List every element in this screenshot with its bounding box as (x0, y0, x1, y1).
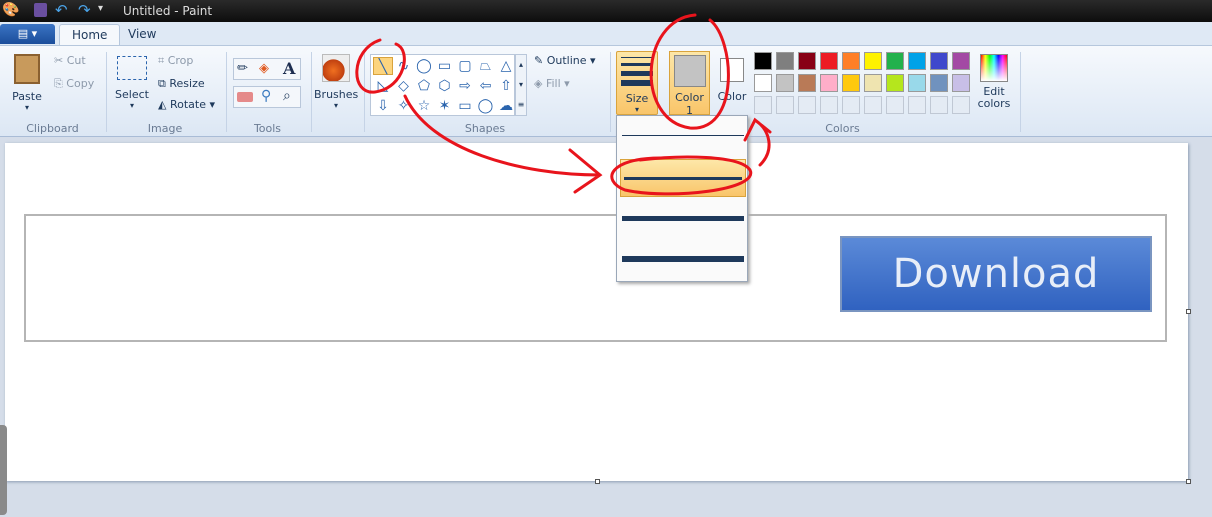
annotation-circle-line-tool (355, 38, 406, 94)
annotation-arrow-to-size (403, 94, 603, 194)
annotation-arrow-to-color2 (743, 117, 772, 167)
annotation-circle-color1 (649, 13, 730, 130)
red-annotation-overlay (355, 13, 772, 196)
annotation-circle-size-option (610, 155, 753, 196)
